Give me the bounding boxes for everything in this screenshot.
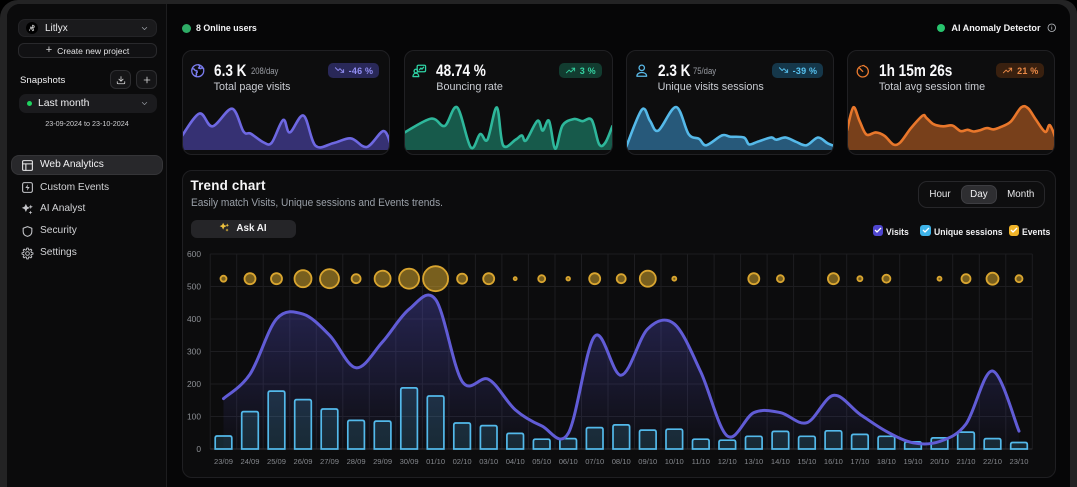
svg-text:05/10: 05/10 bbox=[532, 457, 551, 466]
svg-text:13/10: 13/10 bbox=[744, 457, 763, 466]
svg-text:06/10: 06/10 bbox=[559, 457, 578, 466]
svg-text:15/10: 15/10 bbox=[797, 457, 816, 466]
svg-text:04/10: 04/10 bbox=[506, 457, 525, 466]
svg-text:01/10: 01/10 bbox=[426, 457, 445, 466]
svg-text:29/09: 29/09 bbox=[373, 457, 392, 466]
svg-text:09/10: 09/10 bbox=[638, 457, 657, 466]
svg-text:20/10: 20/10 bbox=[930, 457, 949, 466]
svg-text:02/10: 02/10 bbox=[453, 457, 472, 466]
svg-text:26/09: 26/09 bbox=[293, 457, 312, 466]
svg-text:08/10: 08/10 bbox=[612, 457, 631, 466]
svg-text:17/10: 17/10 bbox=[850, 457, 869, 466]
svg-text:16/10: 16/10 bbox=[824, 457, 843, 466]
svg-text:100: 100 bbox=[187, 411, 201, 421]
svg-text:07/10: 07/10 bbox=[585, 457, 604, 466]
svg-text:200: 200 bbox=[187, 379, 201, 389]
svg-text:27/09: 27/09 bbox=[320, 457, 339, 466]
svg-text:12/10: 12/10 bbox=[718, 457, 737, 466]
svg-text:25/09: 25/09 bbox=[267, 457, 286, 466]
svg-text:11/10: 11/10 bbox=[692, 457, 710, 466]
svg-text:18/10: 18/10 bbox=[877, 457, 896, 466]
svg-text:23/09: 23/09 bbox=[214, 457, 233, 466]
svg-text:10/10: 10/10 bbox=[665, 457, 684, 466]
svg-text:30/09: 30/09 bbox=[400, 457, 419, 466]
svg-text:24/09: 24/09 bbox=[240, 457, 259, 466]
svg-text:600: 600 bbox=[187, 249, 201, 259]
svg-text:300: 300 bbox=[187, 346, 201, 356]
svg-text:28/09: 28/09 bbox=[347, 457, 366, 466]
svg-text:22/10: 22/10 bbox=[983, 457, 1002, 466]
svg-text:400: 400 bbox=[187, 314, 201, 324]
svg-text:14/10: 14/10 bbox=[771, 457, 790, 466]
svg-text:23/10: 23/10 bbox=[1009, 457, 1028, 466]
svg-text:21/10: 21/10 bbox=[956, 457, 975, 466]
svg-text:0: 0 bbox=[196, 444, 201, 454]
svg-text:500: 500 bbox=[187, 281, 201, 291]
svg-text:19/10: 19/10 bbox=[903, 457, 922, 466]
svg-text:03/10: 03/10 bbox=[479, 457, 498, 466]
